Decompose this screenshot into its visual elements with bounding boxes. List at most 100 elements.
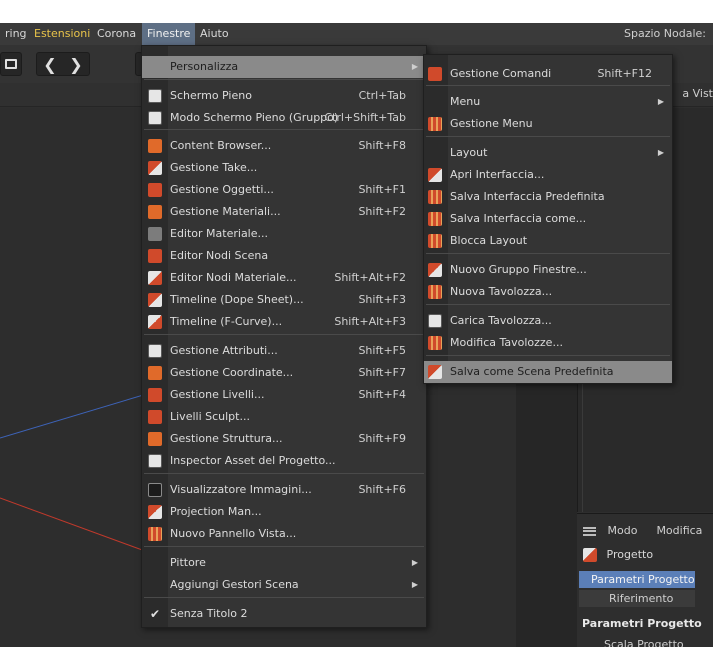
- asset-inspector-icon: [148, 454, 162, 468]
- menu-item[interactable]: Editor Nodi Materiale... Shift+Alt+F2: [142, 267, 426, 289]
- menu-item[interactable]: Gestione Comandi Shift+F12: [424, 63, 672, 85]
- content-browser-icon: [148, 139, 162, 153]
- menu-item[interactable]: Aggiungi Gestori Scena ▶: [142, 574, 426, 596]
- menu-item-label: Salva Interfaccia come...: [450, 212, 587, 225]
- menu-item[interactable]: Apri Interfaccia...: [424, 164, 672, 186]
- menu-item-label: Nuovo Gruppo Finestre...: [450, 263, 587, 276]
- menu-item-label: Carica Tavolozza...: [450, 314, 552, 327]
- menu-item-shortcut: Shift+F6: [358, 483, 406, 496]
- mode-menu[interactable]: Modo: [608, 524, 638, 537]
- menu-manager-icon: [428, 117, 442, 131]
- menu-item-label: Projection Man...: [170, 505, 262, 518]
- forward-arrow-icon[interactable]: ❯: [69, 55, 82, 74]
- menu-item-label: Nuova Tavolozza...: [450, 285, 553, 298]
- menu-corona[interactable]: Corona: [92, 23, 141, 45]
- menu-item-label: Gestione Attributi...: [170, 344, 278, 357]
- menu-item-label: Gestione Oggetti...: [170, 183, 274, 196]
- personalizza-submenu: Gestione Comandi Shift+F12 Menu ▶ Gestione M…: [423, 54, 673, 384]
- layer-manager-icon: [148, 388, 162, 402]
- menu-item[interactable]: Timeline (Dope Sheet)... Shift+F3: [142, 289, 426, 311]
- view-tabs-partial[interactable]: a Vist: [682, 85, 713, 103]
- menu-aiuto[interactable]: Aiuto: [195, 23, 234, 45]
- menu-item[interactable]: Gestione Take...: [142, 157, 426, 179]
- menu-item-shortcut: Shift+F5: [358, 344, 406, 357]
- menu-item[interactable]: Blocca Layout: [424, 230, 672, 252]
- menu-item[interactable]: Menu ▶: [424, 91, 672, 113]
- menu-item[interactable]: Gestione Coordinate... Shift+F7: [142, 362, 426, 384]
- finestre-dropdown: Personalizza ▶ Schermo Pieno Ctrl+Tab Modo S…: [141, 45, 427, 628]
- menu-item[interactable]: Salva Interfaccia Predefinita: [424, 186, 672, 208]
- menu-item[interactable]: Nuova Tavolozza...: [424, 281, 672, 303]
- menu-item-label: Content Browser...: [170, 139, 272, 152]
- tab-riferimento[interactable]: Riferimento: [579, 590, 695, 607]
- menu-item[interactable]: Editor Materiale...: [142, 223, 426, 245]
- menu-item[interactable]: Editor Nodi Scena: [142, 245, 426, 267]
- menu-item-shortcut: Shift+F4: [358, 388, 406, 401]
- menu-item-label: Visualizzatore Immagini...: [170, 483, 312, 496]
- menu-item[interactable]: Carica Tavolozza...: [424, 310, 672, 332]
- take-manager-icon: [148, 161, 162, 175]
- menu-item-label: Blocca Layout: [450, 234, 528, 247]
- menu-item-shortcut: Shift+F7: [358, 366, 406, 379]
- project-label: Progetto: [606, 548, 654, 561]
- project-icon: [583, 548, 597, 562]
- menu-item-label: Livelli Sculpt...: [170, 410, 250, 423]
- object-manager-icon: [148, 183, 162, 197]
- menu-item[interactable]: Livelli Sculpt...: [142, 406, 426, 428]
- menu-item[interactable]: Nuovo Pannello Vista...: [142, 523, 426, 545]
- menu-item-label: Layout: [450, 146, 488, 159]
- menu-finestre[interactable]: Finestre: [142, 23, 196, 45]
- menu-item[interactable]: Inspector Asset del Progetto...: [142, 450, 426, 472]
- tab-parametri-progetto[interactable]: Parametri Progetto: [579, 571, 695, 588]
- menu-item[interactable]: Gestione Menu: [424, 113, 672, 135]
- menu-separator: [426, 253, 670, 254]
- menu-separator: [426, 85, 670, 86]
- submenu-arrow-icon: ▶: [657, 148, 664, 157]
- menu-item[interactable]: Gestione Materiali... Shift+F2: [142, 201, 426, 223]
- project-title-row: Progetto: [577, 546, 713, 564]
- menu-rendering[interactable]: ring: [0, 23, 32, 45]
- menu-item-label: Gestione Struttura...: [170, 432, 283, 445]
- menu-item-label: Gestione Menu: [450, 117, 533, 130]
- new-palette-icon: [428, 285, 442, 299]
- menu-separator: [144, 597, 424, 598]
- menu-item-label: Editor Nodi Materiale...: [170, 271, 297, 284]
- menu-item-label: Pittore: [170, 556, 206, 569]
- menu-item[interactable]: Timeline (F-Curve)... Shift+Alt+F3: [142, 311, 426, 333]
- menu-estensioni[interactable]: Estensioni: [29, 23, 95, 45]
- save-layout-as-icon: [428, 212, 442, 226]
- menu-item[interactable]: Schermo Pieno Ctrl+Tab: [142, 85, 426, 107]
- menu-item-label: Personalizza: [170, 60, 239, 73]
- menubar: ring Estensioni Corona Finestre Aiuto Sp…: [0, 23, 713, 45]
- menu-item[interactable]: ✔ Senza Titolo 2: [142, 603, 426, 625]
- render-view-button[interactable]: [0, 52, 22, 76]
- menu-item[interactable]: Layout ▶: [424, 142, 672, 164]
- menu-item[interactable]: Projection Man...: [142, 501, 426, 523]
- menu-item-label: Aggiungi Gestori Scena: [170, 578, 299, 591]
- structure-manager-icon: [148, 432, 162, 446]
- menu-item[interactable]: Salva come Scena Predefinita: [424, 361, 672, 383]
- axis-line-blue: [0, 392, 151, 439]
- menu-item[interactable]: Modifica Tavolozze...: [424, 332, 672, 354]
- menu-item[interactable]: Content Browser... Shift+F8: [142, 135, 426, 157]
- menu-item-shortcut: Shift+Alt+F2: [334, 271, 406, 284]
- menu-item[interactable]: Modo Schermo Pieno (Gruppo) Ctrl+Shift+Ta…: [142, 107, 426, 129]
- fullscreen-group-icon: [148, 111, 162, 125]
- menu-item[interactable]: Personalizza ▶: [142, 56, 426, 78]
- menu-item[interactable]: Gestione Attributi... Shift+F5: [142, 340, 426, 362]
- menu-item-shortcut: Shift+F3: [358, 293, 406, 306]
- menu-item[interactable]: Salva Interfaccia come...: [424, 208, 672, 230]
- edit-menu[interactable]: Modifica: [656, 524, 702, 537]
- menu-item[interactable]: Pittore ▶: [142, 552, 426, 574]
- projection-man-icon: [148, 505, 162, 519]
- menu-item[interactable]: Gestione Livelli... Shift+F4: [142, 384, 426, 406]
- menu-item-label: Gestione Coordinate...: [170, 366, 294, 379]
- back-arrow-icon[interactable]: ❮: [43, 55, 56, 74]
- menu-item[interactable]: Gestione Struttura... Shift+F9: [142, 428, 426, 450]
- menu-item[interactable]: Gestione Oggetti... Shift+F1: [142, 179, 426, 201]
- menu-item[interactable]: Visualizzatore Immagini... Shift+F6: [142, 479, 426, 501]
- hamburger-icon[interactable]: [583, 526, 596, 536]
- menu-item-shortcut: Ctrl+Tab: [358, 89, 406, 102]
- menu-item[interactable]: Nuovo Gruppo Finestre...: [424, 259, 672, 281]
- save-default-scene-icon: [428, 365, 442, 379]
